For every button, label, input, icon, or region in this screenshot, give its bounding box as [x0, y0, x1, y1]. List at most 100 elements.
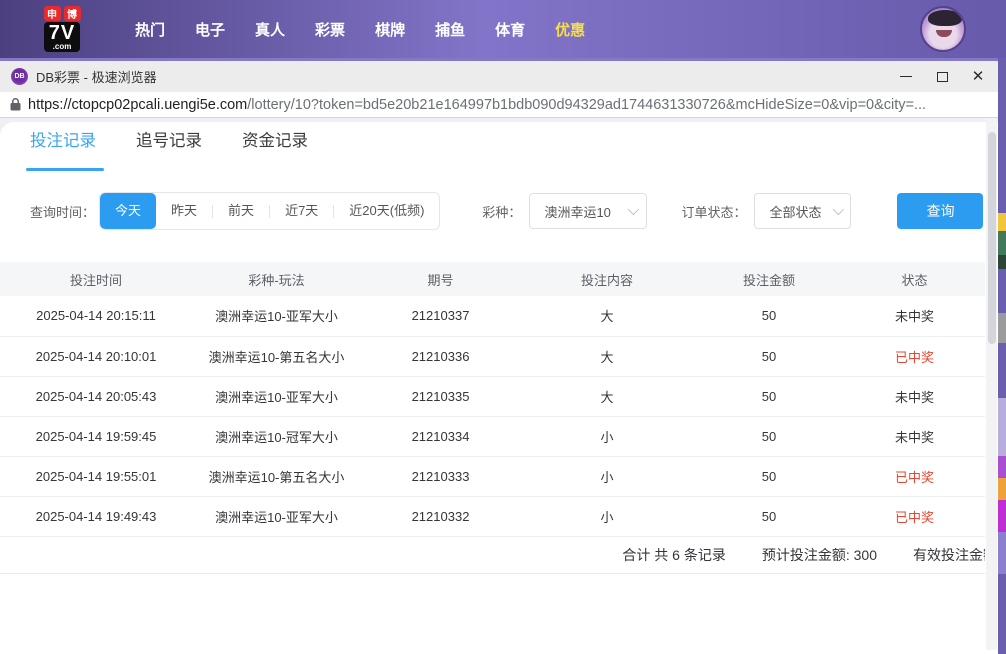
lottery-select-value: 澳洲幸运10 — [544, 202, 610, 221]
window-title: DB彩票 - 极速浏览器 — [36, 67, 157, 86]
page-edge-strip — [998, 58, 1006, 654]
time-option-近20天(低频)[interactable]: 近20天(低频) — [334, 193, 439, 229]
table-body: 2025-04-14 20:15:11澳洲幸运10-亚军大小21210337大5… — [0, 296, 985, 536]
summary-row: 合计 共 6 条记录 预计投注金额: 300 有效投注金额 — [0, 536, 985, 574]
cell-issue-number: 21210337 — [361, 296, 520, 336]
edge-segment — [998, 574, 1006, 654]
table-row: 2025-04-14 19:59:45澳洲幸运10-冠军大小21210334小5… — [0, 416, 985, 456]
edge-segment — [998, 500, 1006, 532]
close-icon: ✕ — [972, 69, 985, 84]
order-status-value: 全部状态 — [769, 202, 821, 221]
table-row: 2025-04-14 20:05:43澳洲幸运10-亚军大小21210335大5… — [0, 376, 985, 416]
cell-play-type: 澳洲幸运10-第五名大小 — [192, 456, 361, 496]
cell-bet-amount: 50 — [694, 456, 844, 496]
cell-play-type: 澳洲幸运10-亚军大小 — [192, 376, 361, 416]
edge-segment — [998, 58, 1006, 213]
time-filter-label: 查询时间： — [30, 202, 95, 221]
bet-records-table: 投注时间彩种-玩法期号投注内容投注金额状态 2025-04-14 20:15:1… — [0, 262, 985, 537]
cell-status: 未中奖 — [844, 296, 985, 336]
time-filter-group: 今天昨天前天近7天近20天(低频) — [99, 192, 440, 230]
edge-segment — [998, 343, 1006, 398]
url-rest: /lottery/10?token=bd5e20b21e164997b1bdb0… — [247, 97, 926, 113]
column-header-彩种-玩法: 彩种-玩法 — [192, 262, 361, 296]
order-status-label: 订单状态： — [681, 202, 746, 221]
table-row: 2025-04-14 20:10:01澳洲幸运10-第五名大小21210336大… — [0, 336, 985, 376]
cell-issue-number: 21210333 — [361, 456, 520, 496]
window-controls: ✕ — [888, 61, 996, 92]
chevron-down-icon — [628, 204, 639, 215]
cell-play-type: 澳洲幸运10-第五名大小 — [192, 336, 361, 376]
cell-status: 已中奖 — [844, 336, 985, 376]
edge-segment — [998, 255, 1006, 269]
lock-icon — [10, 98, 21, 111]
tab-资金记录[interactable]: 资金记录 — [242, 127, 308, 163]
table-header-row: 投注时间彩种-玩法期号投注内容投注金额状态 — [0, 262, 985, 296]
logo-badge-1: 申 — [44, 6, 61, 21]
cell-bet-content: 大 — [520, 376, 694, 416]
filter-bar: 查询时间： 今天昨天前天近7天近20天(低频) 彩种： 澳洲幸运10 订单状态：… — [30, 192, 983, 230]
cell-issue-number: 21210334 — [361, 416, 520, 456]
cell-bet-amount: 50 — [694, 336, 844, 376]
time-option-近7天[interactable]: 近7天 — [270, 193, 333, 229]
edge-segment — [998, 532, 1006, 574]
minimize-button[interactable] — [888, 61, 924, 92]
minimize-icon — [900, 76, 912, 77]
cell-bet-amount: 50 — [694, 376, 844, 416]
scrollbar-thumb[interactable] — [988, 132, 996, 344]
column-header-投注内容: 投注内容 — [520, 262, 694, 296]
nav-item-电子[interactable]: 电子 — [180, 9, 240, 50]
logo-badge-2: 博 — [64, 6, 81, 21]
logo-brand: 7V — [49, 22, 75, 43]
nav-item-体育[interactable]: 体育 — [480, 9, 540, 50]
url-host: https://ctopcp02pcali.uengi5e.com — [28, 97, 247, 113]
lottery-select[interactable]: 澳洲幸运10 — [529, 193, 647, 229]
record-tabs: 投注记录 追号记录 资金记录 — [30, 127, 348, 163]
edge-segment — [998, 269, 1006, 313]
table-row: 2025-04-14 19:49:43澳洲幸运10-亚军大小21210332小5… — [0, 496, 985, 536]
logo-main: 7V .com — [44, 22, 80, 52]
nav-item-热门[interactable]: 热门 — [120, 9, 180, 50]
nav-item-彩票[interactable]: 彩票 — [300, 9, 360, 50]
order-status-select[interactable]: 全部状态 — [754, 193, 851, 229]
column-header-投注金额: 投注金额 — [694, 262, 844, 296]
site-logo[interactable]: 申 博 7V .com — [30, 6, 94, 52]
table-row: 2025-04-14 19:55:01澳洲幸运10-第五名大小21210333小… — [0, 456, 985, 496]
cell-status: 已中奖 — [844, 496, 985, 536]
user-avatar[interactable] — [920, 6, 966, 52]
cell-bet-amount: 50 — [694, 496, 844, 536]
nav-item-真人[interactable]: 真人 — [240, 9, 300, 50]
casino-nav-items: 热门电子真人彩票棋牌捕鱼体育优惠 — [120, 9, 600, 50]
column-header-状态: 状态 — [844, 262, 985, 296]
close-button[interactable]: ✕ — [960, 61, 996, 92]
time-option-前天[interactable]: 前天 — [213, 193, 269, 229]
maximize-icon — [937, 72, 948, 82]
time-option-昨天[interactable]: 昨天 — [156, 193, 212, 229]
cell-bet-time: 2025-04-14 19:49:43 — [0, 496, 192, 536]
edge-segment — [998, 313, 1006, 343]
column-header-期号: 期号 — [361, 262, 520, 296]
bet-records-table-wrap: 投注时间彩种-玩法期号投注内容投注金额状态 2025-04-14 20:15:1… — [0, 262, 985, 537]
browser-window: DB DB彩票 - 极速浏览器 ✕ https://ctopcp02pcali.… — [0, 58, 998, 654]
nav-item-棋牌[interactable]: 棋牌 — [360, 9, 420, 50]
lottery-page-content: 投注记录 追号记录 资金记录 查询时间： 今天昨天前天近7天近20天(低频) 彩种：… — [0, 118, 998, 650]
cell-bet-time: 2025-04-14 20:15:11 — [0, 296, 192, 336]
tab-追号记录[interactable]: 追号记录 — [136, 127, 202, 163]
column-header-投注时间: 投注时间 — [0, 262, 192, 296]
summary-expected-amount: 预计投注金额: 300 — [762, 545, 877, 565]
tab-投注记录[interactable]: 投注记录 — [30, 127, 96, 163]
edge-segment — [998, 478, 1006, 500]
nav-item-捕鱼[interactable]: 捕鱼 — [420, 9, 480, 50]
chevron-down-icon — [833, 204, 844, 215]
vertical-scrollbar[interactable] — [986, 118, 997, 650]
maximize-button[interactable] — [924, 61, 960, 92]
address-bar[interactable]: https://ctopcp02pcali.uengi5e.com/lotter… — [0, 92, 998, 118]
cell-bet-time: 2025-04-14 20:10:01 — [0, 336, 192, 376]
cell-status: 未中奖 — [844, 416, 985, 456]
logo-badges: 申 博 — [44, 6, 81, 21]
time-option-今天[interactable]: 今天 — [100, 193, 156, 229]
cell-issue-number: 21210332 — [361, 496, 520, 536]
cell-status: 未中奖 — [844, 376, 985, 416]
browser-titlebar[interactable]: DB DB彩票 - 极速浏览器 ✕ — [0, 58, 998, 92]
nav-item-优惠[interactable]: 优惠 — [540, 9, 600, 50]
query-button[interactable]: 查询 — [897, 193, 983, 229]
